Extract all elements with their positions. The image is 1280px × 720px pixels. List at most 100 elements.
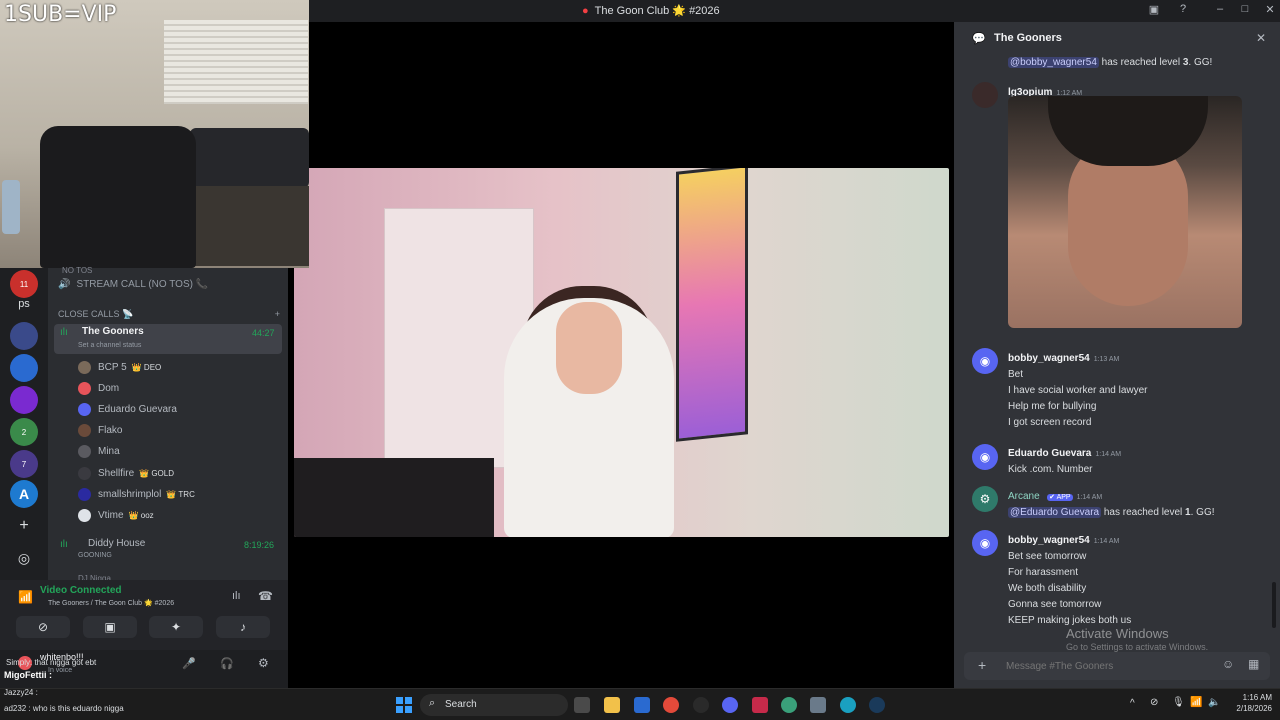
avatar	[78, 360, 91, 374]
voice-status: Video Connected	[40, 585, 122, 596]
server-icon-4[interactable]	[10, 386, 38, 414]
inbox-icon[interactable]: ▣	[1146, 3, 1162, 19]
chrome-icon[interactable]	[663, 697, 679, 713]
chat-scrollbar[interactable]	[1272, 582, 1276, 628]
image-attachment[interactable]	[1008, 96, 1242, 328]
clock[interactable]: 1:16 AM 2/18/2026	[1226, 693, 1272, 713]
sofa	[190, 128, 309, 188]
message-author[interactable]: Arcane	[1008, 491, 1040, 502]
server-icon-5[interactable]: 2	[10, 418, 38, 446]
voice-connection-panel: 📶 Video Connected The Gooners / The Goon…	[0, 580, 288, 688]
taskbar-search[interactable]: ⌕ Search	[420, 694, 568, 716]
file-explorer-icon[interactable]	[604, 697, 620, 713]
voice-user-row[interactable]: smallshrimplol 👑 TRC	[78, 484, 318, 504]
tray-chevron-icon[interactable]: ^	[1130, 698, 1135, 709]
server-icon-6[interactable]: 7	[10, 450, 38, 478]
browser-icon[interactable]	[781, 697, 797, 713]
tray-wifi-icon[interactable]: 📶	[1190, 697, 1202, 708]
microphone-icon[interactable]: 🎤	[182, 657, 196, 670]
voice-user-row[interactable]: Mina	[78, 442, 318, 462]
store-icon[interactable]	[634, 697, 650, 713]
signal-icon[interactable]: 📶	[18, 590, 33, 604]
message-author[interactable]: bobby_wagner54	[1008, 535, 1090, 546]
add-server-icon[interactable]: +	[10, 512, 38, 540]
message-author[interactable]: Eduardo Guevara	[1008, 448, 1091, 459]
camera-off-button[interactable]: ⊘	[16, 616, 70, 638]
chat-panel: 💬 The Gooners ✕ @bobby_wagner54 has reac…	[954, 22, 1280, 688]
discover-icon[interactable]: ◎	[10, 544, 38, 572]
voice-user-row[interactable]: Eduardo Guevara	[78, 399, 318, 419]
message-text: Kick .com. Number	[1008, 464, 1093, 475]
server-icon-3[interactable]	[10, 354, 38, 382]
help-icon[interactable]: ?	[1175, 3, 1191, 19]
discord-default-avatar[interactable]: ◉	[972, 444, 998, 470]
maximize-icon[interactable]: □	[1237, 3, 1253, 19]
apps-icon[interactable]: ▦	[1248, 657, 1259, 671]
avatar	[78, 445, 91, 459]
main-video-area[interactable]	[288, 22, 954, 688]
voice-channel-diddy-house[interactable]: ılı Diddy House GOONING 8:19:26	[54, 536, 282, 566]
chat-header: 💬 The Gooners ✕	[954, 22, 1280, 54]
server-label[interactable]: ps	[10, 290, 38, 318]
message-input-box[interactable]: + ☺ ▦	[964, 652, 1270, 680]
close-chat-icon[interactable]: ✕	[1256, 31, 1266, 45]
soundboard-button[interactable]: ♪	[216, 616, 270, 638]
discord-icon[interactable]	[722, 697, 738, 713]
background-tv	[676, 168, 748, 442]
avatar[interactable]	[972, 82, 998, 108]
task-view-icon[interactable]	[574, 697, 590, 713]
emoji-icon[interactable]: ☺	[1222, 657, 1234, 671]
video-feed[interactable]	[294, 168, 949, 537]
clock-time: 1:16 AM	[1242, 693, 1272, 702]
voice-user-row[interactable]: Dom	[78, 378, 318, 398]
server-icon-7[interactable]: A	[10, 480, 38, 508]
voice-user-row[interactable]: BCP 5 👑 DEO	[78, 357, 318, 377]
close-icon[interactable]: ✕	[1262, 3, 1278, 19]
server-icon: ●	[582, 4, 589, 17]
activate-windows-subtitle: Go to Settings to activate Windows.	[1066, 642, 1209, 652]
settings-icon[interactable]	[810, 697, 826, 713]
voice-location[interactable]: The Gooners / The Goon Club 🌟 #2026	[48, 599, 174, 607]
channel-stream-call[interactable]: 🔊 STREAM CALL (NO TOS) 📞	[58, 274, 298, 294]
message-timestamp: 1:13 AM	[1093, 356, 1120, 363]
category-close-calls[interactable]: CLOSE CALLS 📡 +	[58, 304, 298, 324]
tray-network-icon[interactable]: ⊘	[1150, 697, 1158, 708]
obs-icon[interactable]	[693, 697, 709, 713]
edge-icon[interactable]	[840, 697, 856, 713]
message-author[interactable]: bobby_wagner54	[1008, 353, 1090, 364]
discord-default-avatar[interactable]: ◉	[972, 530, 998, 556]
discord-default-avatar[interactable]: ◉	[972, 348, 998, 374]
voice-user-row[interactable]: Vtime 👑 ooz	[78, 505, 318, 525]
channel-status[interactable]: Set a channel status	[78, 342, 141, 349]
server-icon-2[interactable]	[10, 322, 38, 350]
message-text: . GG!	[1188, 57, 1213, 68]
active-voice-channel[interactable]: ılı The Gooners Set a channel status 44:…	[54, 324, 282, 354]
adobe-icon[interactable]	[752, 697, 768, 713]
water-bottle	[2, 180, 20, 234]
message-timestamp: 1:14 AM	[1076, 494, 1103, 501]
user-mention[interactable]: @Eduardo Guevara	[1008, 507, 1102, 518]
tray-mic-icon[interactable]: 🎙	[1172, 697, 1185, 708]
minimize-icon[interactable]: –	[1212, 3, 1228, 19]
tray-volume-icon[interactable]: 🔈	[1208, 697, 1220, 708]
windows-start-icon[interactable]	[396, 697, 412, 713]
steam-icon[interactable]	[869, 697, 885, 713]
add-attachment-icon[interactable]: +	[978, 657, 986, 673]
settings-gear-icon[interactable]: ⚙	[258, 656, 269, 670]
headphones-icon[interactable]: 🎧	[220, 657, 234, 670]
voice-user-row[interactable]: Shellfire 👑 GOLD	[78, 463, 318, 483]
voice-user-row[interactable]: Flako	[78, 421, 318, 441]
voice-user-name: smallshrimplol	[98, 488, 162, 500]
activate-windows-title: Activate Windows	[1066, 626, 1169, 641]
user-mention[interactable]: @bobby_wagner54	[1008, 57, 1099, 68]
message-text: We both disability	[1008, 583, 1087, 594]
category-name: CLOSE CALLS 📡	[58, 308, 134, 319]
message-input[interactable]	[1006, 657, 1206, 675]
bot-avatar[interactable]: ⚙	[972, 486, 998, 512]
activities-button[interactable]: ✦	[149, 616, 203, 638]
activities-icon: ✦	[170, 620, 182, 634]
screen-share-button[interactable]: ▣	[83, 616, 137, 638]
noise-suppression-icon[interactable]: ılı	[232, 590, 241, 602]
disconnect-icon[interactable]: ☎	[258, 589, 273, 603]
add-channel-icon[interactable]: +	[275, 309, 280, 319]
